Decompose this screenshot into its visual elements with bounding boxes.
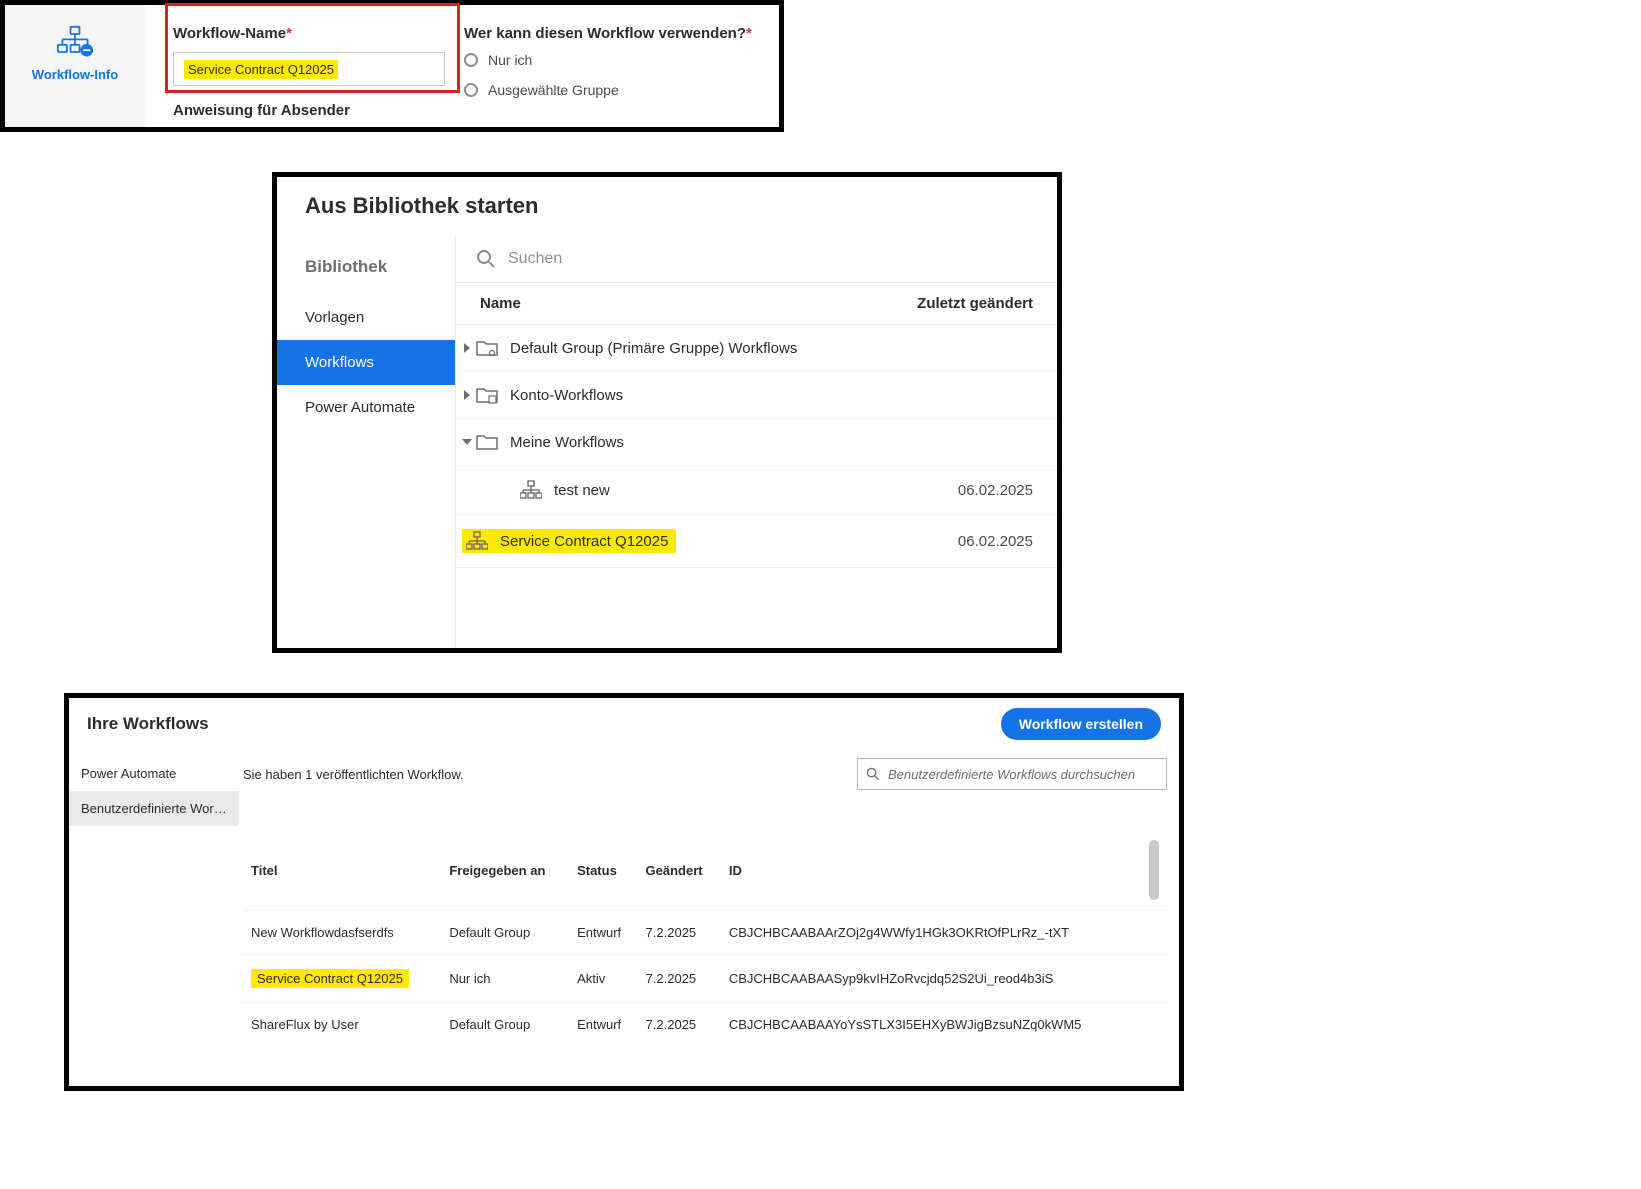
workflow-item-service-contract[interactable]: Service Contract Q12025 06.02.2025 xyxy=(456,515,1057,568)
workflows-sidebar: Power Automate Benutzerdefinierte Workfl… xyxy=(69,750,239,1046)
published-count-msg: Sie haben 1 veröffentlichten Workflow. xyxy=(243,767,464,782)
th-id[interactable]: ID xyxy=(721,830,1141,911)
workflow-info-form: Workflow-Name* Service Contract Q12025 A… xyxy=(145,5,779,127)
radio-selected-group[interactable]: Ausgewählte Gruppe xyxy=(464,82,755,98)
workflow-name-value: Service Contract Q12025 xyxy=(184,60,338,79)
your-workflows-panel: Ihre Workflows Workflow erstellen Power … xyxy=(64,693,1184,1091)
sidebar-item-workflows[interactable]: Workflows xyxy=(277,340,455,385)
folder-my-workflows[interactable]: Meine Workflows xyxy=(456,419,1057,466)
panel-title: Aus Bibliothek starten xyxy=(277,177,1057,235)
highlighted-title: Service Contract Q12025 xyxy=(251,969,409,988)
sidebar-item-power-automate[interactable]: Power Automate xyxy=(277,385,455,430)
folder-default-group[interactable]: Default Group (Primäre Gruppe) Workflows xyxy=(456,325,1057,372)
instruction-label: Anweisung für Absender xyxy=(173,102,464,119)
search-placeholder: Suchen xyxy=(508,250,562,268)
workflow-info-label: Workflow-Info xyxy=(32,67,118,82)
sidebar-item-templates[interactable]: Vorlagen xyxy=(277,295,455,340)
th-changed[interactable]: Geändert xyxy=(638,830,721,911)
workflow-item-testnew[interactable]: test new 06.02.2025 xyxy=(456,466,1057,515)
table-row[interactable]: New Workflowdasfserdfs Default Group Ent… xyxy=(243,911,1167,955)
library-sidebar: Bibliothek Vorlagen Workflows Power Auto… xyxy=(277,235,455,648)
folder-shared-icon xyxy=(476,339,498,357)
your-workflows-title: Ihre Workflows xyxy=(87,714,209,734)
sidebar-item-power-automate[interactable]: Power Automate xyxy=(69,756,239,791)
library-main: Suchen Name Zuletzt geändert Default Gro… xyxy=(455,235,1057,648)
search-icon xyxy=(866,767,880,781)
table-row[interactable]: Service Contract Q12025 Nur ich Aktiv 7.… xyxy=(243,955,1167,1003)
workflow-icon xyxy=(520,480,542,500)
table-header-row: Titel Freigegeben an Status Geändert ID xyxy=(243,830,1167,911)
who-can-use-label: Wer kann diesen Workflow verwenden?* xyxy=(464,25,755,42)
radio-icon xyxy=(464,53,478,67)
start-from-library-panel: Aus Bibliothek starten Bibliothek Vorlag… xyxy=(272,172,1062,653)
scrollbar[interactable] xyxy=(1149,840,1159,900)
collapse-icon xyxy=(462,439,472,445)
library-table-header: Name Zuletzt geändert xyxy=(456,283,1057,325)
create-workflow-button[interactable]: Workflow erstellen xyxy=(1001,708,1161,740)
col-name: Name xyxy=(480,295,521,312)
folder-account-workflows[interactable]: Konto-Workflows xyxy=(456,372,1057,419)
folder-account-icon xyxy=(476,386,498,404)
th-shared[interactable]: Freigegeben an xyxy=(441,830,569,911)
item-date: 06.02.2025 xyxy=(958,533,1033,550)
library-search[interactable]: Suchen xyxy=(456,235,1057,283)
table-row[interactable]: ShareFlux by User Default Group Entwurf … xyxy=(243,1003,1167,1047)
th-title[interactable]: Titel xyxy=(243,830,441,911)
workflow-icon xyxy=(466,531,488,551)
workflow-info-icon xyxy=(55,25,95,61)
library-sidebar-title: Bibliothek xyxy=(277,235,455,295)
radio-only-me[interactable]: Nur ich xyxy=(464,52,755,68)
item-date: 06.02.2025 xyxy=(958,482,1033,499)
workflow-info-sidebar: Workflow-Info xyxy=(5,5,145,127)
search-placeholder: Benutzerdefinierte Workflows durchsuchen xyxy=(888,767,1135,782)
expand-icon xyxy=(464,343,470,353)
th-status[interactable]: Status xyxy=(569,830,637,911)
workflow-search-input[interactable]: Benutzerdefinierte Workflows durchsuchen xyxy=(857,758,1167,790)
workflows-table: Titel Freigegeben an Status Geändert ID … xyxy=(243,830,1167,1046)
workflow-info-panel: Workflow-Info Workflow-Name* Service Con… xyxy=(0,0,784,132)
radio-icon xyxy=(464,83,478,97)
search-icon xyxy=(476,249,496,269)
folder-icon xyxy=(476,433,498,451)
workflow-name-label: Workflow-Name* xyxy=(173,25,464,42)
expand-icon xyxy=(464,390,470,400)
sidebar-item-custom-workflows[interactable]: Benutzerdefinierte Workfl... xyxy=(69,791,239,826)
workflow-name-input[interactable]: Service Contract Q12025 xyxy=(173,52,445,86)
col-changed: Zuletzt geändert xyxy=(917,295,1033,312)
